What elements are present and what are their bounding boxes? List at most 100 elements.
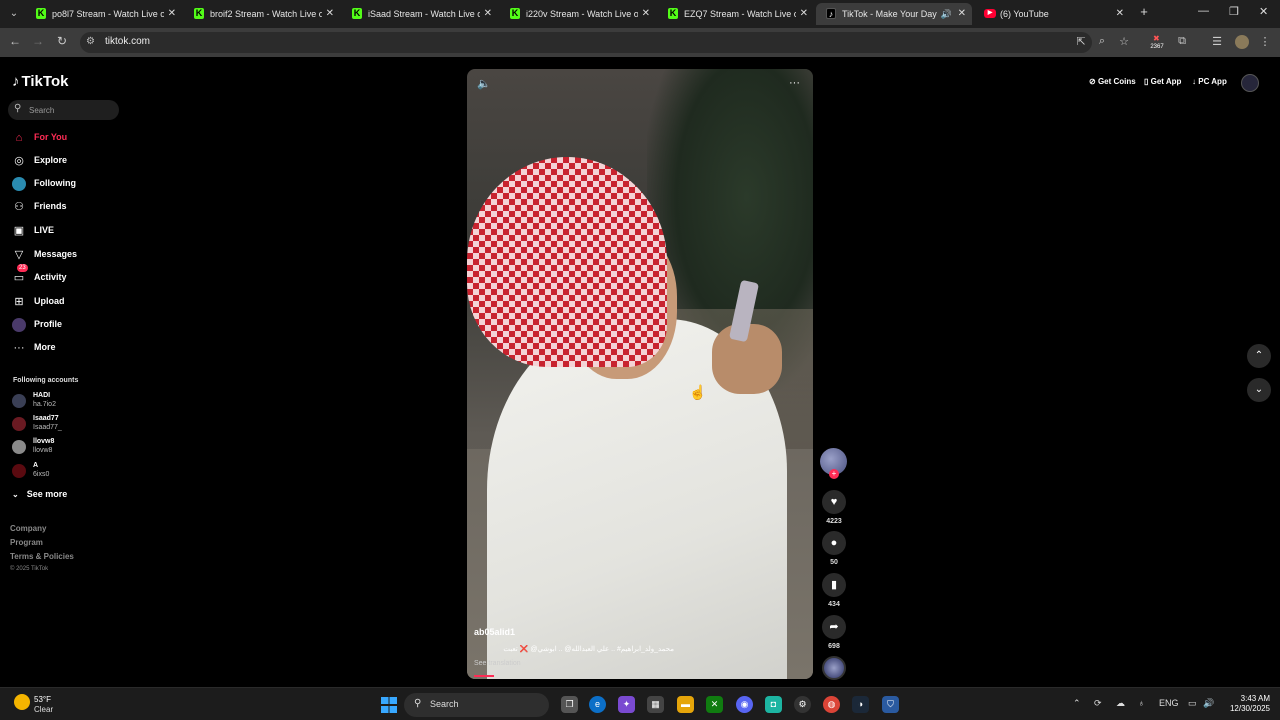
footer-link-program[interactable]: Program xyxy=(10,538,43,547)
microphone-icon[interactable]: ♁ xyxy=(1138,698,1145,708)
nav-following[interactable]: Following xyxy=(10,175,120,193)
new-tab-icon[interactable]: + xyxy=(1137,4,1151,19)
nav-activity[interactable]: ▭ 23 Activity xyxy=(10,264,120,287)
nav-explore[interactable]: ◎ Explore xyxy=(10,152,120,170)
language-indicator[interactable]: ENG xyxy=(1159,698,1179,708)
pc-app-link[interactable]: ↓ PC App xyxy=(1192,77,1227,86)
browser-tab[interactable]: K broif2 Stream - Watch Live on K ✕ xyxy=(184,3,340,25)
tray-overflow-icon[interactable]: ⌃ xyxy=(1073,698,1081,709)
zoom-icon[interactable]: ⌕ xyxy=(1095,35,1109,48)
extensions-puzzle-icon[interactable]: ⧉ xyxy=(1175,35,1189,48)
back-icon[interactable]: ← xyxy=(7,34,23,48)
taskbar-search[interactable]: ⚲ Search xyxy=(404,693,549,717)
edge-icon[interactable]: e xyxy=(589,696,606,713)
system-clock[interactable]: 3:43 AM 12/30/2025 xyxy=(1224,694,1270,714)
more-options-icon[interactable]: ··· xyxy=(789,77,800,89)
follow-plus-icon[interactable]: + xyxy=(829,469,839,479)
copilot-icon[interactable]: ✦ xyxy=(618,696,635,713)
address-bar[interactable]: ⚙ tiktok.com xyxy=(80,32,1092,53)
footer-link-terms[interactable]: Terms & Policies xyxy=(10,552,74,561)
xbox-icon[interactable]: ✕ xyxy=(706,696,723,713)
like-button[interactable]: ♥ xyxy=(822,490,846,514)
following-account[interactable]: Isaad77 Isaad77_ xyxy=(12,415,122,435)
browser-tabbar: ⌄ K po8l7 Stream - Watch Live on K ✕ K b… xyxy=(0,0,1280,28)
browser-tab[interactable]: K po8l7 Stream - Watch Live on K ✕ xyxy=(26,3,182,25)
tab-close-icon[interactable]: ✕ xyxy=(642,3,650,25)
cloud-icon[interactable]: ☁ xyxy=(1116,698,1125,709)
browser-tab[interactable]: K EZQ7 Stream - Watch Live on K ✕ xyxy=(658,3,814,25)
chrome-icon[interactable]: ◍ xyxy=(823,696,840,713)
bookmark-star-icon[interactable]: ☆ xyxy=(1117,35,1131,48)
browser-profile-avatar[interactable] xyxy=(1235,35,1249,49)
discord-icon[interactable]: ◉ xyxy=(736,696,753,713)
see-more-button[interactable]: ⌄ See more xyxy=(12,489,67,499)
get-coins-link[interactable]: ⊘ Get Coins xyxy=(1089,77,1136,86)
settings-icon[interactable]: ⚙ xyxy=(794,696,811,713)
tab-close-icon[interactable]: ✕ xyxy=(1116,3,1124,25)
following-account[interactable]: HADI ha.7io2 xyxy=(12,392,122,412)
see-translation-link[interactable]: See translation xyxy=(474,660,521,667)
comment-button[interactable]: ● xyxy=(822,531,846,555)
store-icon[interactable]: ▦ xyxy=(647,696,664,713)
media-controls-icon[interactable]: ☰ xyxy=(1210,35,1224,48)
tab-audio-icon[interactable]: 🔊 xyxy=(941,3,952,25)
search-input[interactable] xyxy=(29,103,113,117)
vpn-icon[interactable]: ⛉ xyxy=(882,696,899,713)
nav-more[interactable]: ··· More xyxy=(10,339,120,357)
sync-icon[interactable]: ⟳ xyxy=(1094,698,1102,709)
browser-tab-active[interactable]: ♪ TikTok - Make Your Day 🔊 ✕ xyxy=(816,3,972,25)
site-info-icon[interactable]: ⚙ xyxy=(86,36,95,47)
tab-close-icon[interactable]: ✕ xyxy=(958,3,966,25)
tab-search-icon[interactable]: ⌄ xyxy=(4,4,24,24)
reload-icon[interactable]: ↻ xyxy=(54,34,70,48)
extension-icon[interactable]: 2367 xyxy=(1148,26,1166,52)
url-text[interactable]: tiktok.com xyxy=(105,36,150,47)
window-close-icon[interactable]: ✕ xyxy=(1259,5,1268,18)
tab-close-icon[interactable]: ✕ xyxy=(326,3,334,25)
install-app-icon[interactable]: ⇱ xyxy=(1074,35,1088,48)
task-view-icon[interactable]: ❐ xyxy=(561,696,578,713)
weather-description[interactable]: Clear xyxy=(34,705,53,714)
browser-tab[interactable]: K i220v Stream - Watch Live on K ✕ xyxy=(500,3,656,25)
nav-friends[interactable]: ⚇ Friends xyxy=(10,198,120,216)
user-avatar[interactable] xyxy=(1241,74,1259,92)
kick-favicon-icon: K xyxy=(352,8,362,19)
weather-moon-icon[interactable] xyxy=(14,694,30,710)
speaker-icon[interactable]: 🔊 xyxy=(1203,698,1214,709)
music-disc[interactable] xyxy=(822,656,846,680)
app-icon[interactable]: ◘ xyxy=(765,696,782,713)
forward-icon[interactable]: → xyxy=(30,34,46,48)
tiktok-logo[interactable]: ♪ TikTok xyxy=(12,73,68,90)
tab-close-icon[interactable]: ✕ xyxy=(800,3,808,25)
browser-tab[interactable]: K iSaad Stream - Watch Live on K ✕ xyxy=(342,3,498,25)
search-bar[interactable]: ⚲ xyxy=(8,100,119,120)
network-icon[interactable]: ▭ xyxy=(1188,698,1197,709)
nav-upload[interactable]: ⊞ Upload xyxy=(10,293,120,311)
following-account[interactable]: A 6ixs0 xyxy=(12,462,122,482)
video-progress-bar[interactable] xyxy=(474,675,494,677)
video-author[interactable]: ab05alid1 xyxy=(474,627,515,637)
tab-close-icon[interactable]: ✕ xyxy=(168,3,176,25)
browser-tab[interactable]: ▶ (6) YouTube ✕ xyxy=(974,3,1130,25)
following-account[interactable]: llovw8 llovw8 xyxy=(12,438,122,458)
previous-video-button[interactable]: ⌃ xyxy=(1247,344,1271,368)
file-explorer-icon[interactable]: ▬ xyxy=(677,696,694,713)
tab-close-icon[interactable]: ✕ xyxy=(484,3,492,25)
nav-profile[interactable]: Profile xyxy=(10,316,120,334)
windows-start-icon[interactable] xyxy=(381,697,397,713)
restore-icon[interactable]: ❐ xyxy=(1229,5,1239,18)
browser-menu-icon[interactable]: ⋮ xyxy=(1258,35,1272,48)
footer-link-company[interactable]: Company xyxy=(10,524,46,533)
get-app-link[interactable]: ▯ Get App xyxy=(1144,77,1181,86)
share-button[interactable]: ➦ xyxy=(822,615,846,639)
nav-for-you[interactable]: ⌂ For You xyxy=(10,129,120,147)
nav-live[interactable]: ▣ LIVE xyxy=(10,222,120,240)
next-video-button[interactable]: ⌄ xyxy=(1247,378,1271,402)
volume-icon[interactable]: 🔈 xyxy=(477,77,491,90)
video-player[interactable]: 🔈 ··· ab05alid1 محمد_ولد_ابراهيم# .. علي… xyxy=(467,69,813,679)
save-button[interactable]: ▮ xyxy=(822,573,846,597)
nav-messages[interactable]: ▽ Messages xyxy=(10,246,120,264)
weather-temperature[interactable]: 53°F xyxy=(34,695,51,704)
steam-icon[interactable]: ◑ xyxy=(852,696,869,713)
minimize-icon[interactable]: — xyxy=(1198,5,1209,17)
